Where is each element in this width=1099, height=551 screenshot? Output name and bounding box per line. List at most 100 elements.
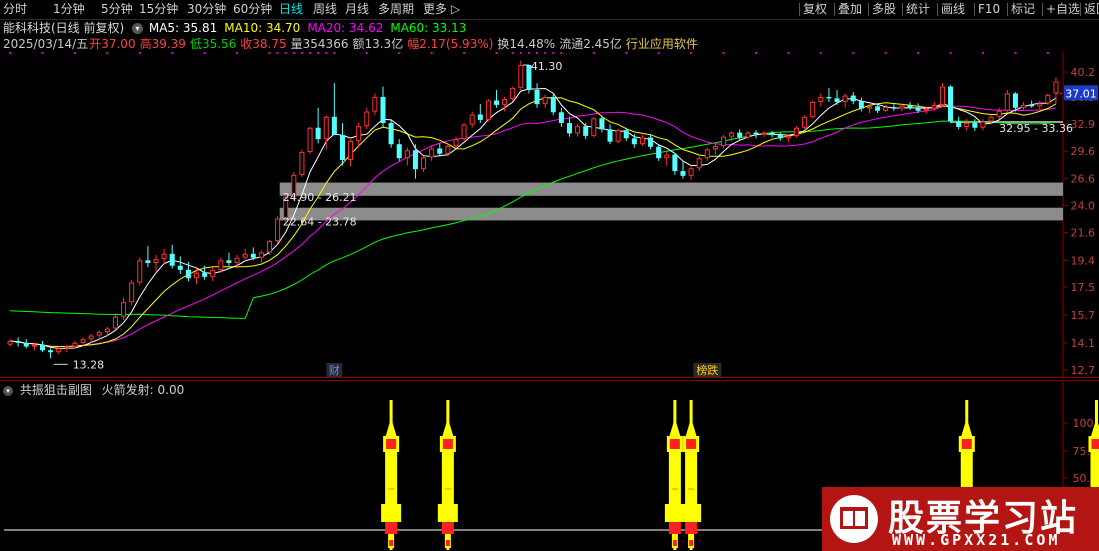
period-toolbar: 分时 1分钟 5分钟 15分钟 30分钟 60分钟 日线 周线 月线 多周期 更多 ▷ 复权 叠加 多股… bbox=[0, 0, 1099, 20]
ma10-line bbox=[10, 97, 1057, 347]
marker-dot bbox=[852, 52, 855, 54]
candle-body bbox=[939, 86, 945, 105]
candle-body bbox=[802, 116, 808, 128]
period-tab-1[interactable]: 1分钟 bbox=[53, 1, 85, 18]
candle-body bbox=[785, 135, 791, 139]
marker-dot bbox=[884, 52, 887, 54]
candle-body bbox=[631, 138, 637, 145]
candle-body bbox=[348, 140, 354, 161]
quote-field-8: 换14.48% bbox=[497, 37, 556, 51]
price-tick-label: 24.0 bbox=[1071, 199, 1096, 212]
support-zone-0 bbox=[279, 182, 1063, 196]
candle-body bbox=[834, 98, 840, 102]
marker-dot bbox=[511, 52, 514, 54]
toolbar-separator bbox=[937, 3, 938, 16]
toolbar-button-0[interactable]: 复权 bbox=[803, 1, 827, 18]
period-tab-6[interactable]: 日线 bbox=[279, 1, 303, 18]
toolbar-button-2[interactable]: 多股 bbox=[872, 1, 896, 18]
rocket-signal bbox=[664, 400, 685, 550]
period-tab-10[interactable]: 更多 ▷ bbox=[423, 1, 460, 18]
ma-value-0: MA5: 35.81 bbox=[148, 21, 218, 35]
candle-body bbox=[980, 121, 986, 128]
candle-body bbox=[104, 328, 110, 333]
candle-body bbox=[1053, 81, 1059, 94]
candle-body bbox=[72, 342, 78, 347]
candle-body bbox=[194, 272, 200, 279]
quote-field-1: 开37.00 bbox=[89, 37, 136, 51]
candle-body bbox=[185, 269, 191, 279]
candle-body bbox=[923, 108, 929, 111]
quote-field-0: 2025/03/14/五 bbox=[3, 37, 89, 51]
marker-dot bbox=[276, 52, 279, 54]
marker-dot bbox=[41, 52, 44, 54]
candle-body bbox=[1029, 104, 1035, 107]
toolbar-button-5[interactable]: F10 bbox=[978, 1, 1000, 18]
marker-dot bbox=[236, 52, 239, 54]
candle-body bbox=[842, 95, 848, 102]
annotation-low: 13.28 bbox=[73, 358, 105, 371]
candle-body bbox=[453, 139, 459, 146]
candle-body bbox=[956, 121, 962, 127]
candle-body bbox=[461, 124, 467, 140]
marker-dot bbox=[949, 52, 952, 54]
candle-body bbox=[234, 257, 240, 264]
marker-dot bbox=[463, 52, 466, 54]
annotation-zone_upper: 24.90 - 26.21 bbox=[283, 191, 357, 204]
toolbar-button-1[interactable]: 叠加 bbox=[838, 1, 862, 18]
candle-body bbox=[202, 272, 208, 277]
marker-dot bbox=[495, 52, 498, 54]
candle-body bbox=[680, 171, 686, 176]
marker-dot bbox=[138, 52, 141, 54]
candle-body bbox=[566, 123, 572, 134]
candle-body bbox=[866, 106, 872, 109]
price-tick-label: 29.6 bbox=[1071, 145, 1096, 158]
toolbar-button-3[interactable]: 统计 bbox=[906, 1, 930, 18]
candle-body bbox=[226, 260, 232, 264]
candle-body bbox=[518, 65, 524, 88]
marker-dot bbox=[268, 52, 271, 54]
candle-body bbox=[972, 123, 978, 128]
toolbar-button-6[interactable]: 标记 bbox=[1011, 1, 1035, 18]
candle-body bbox=[810, 101, 816, 117]
candle-body bbox=[761, 132, 767, 135]
candle-body bbox=[1021, 104, 1027, 108]
candle-body bbox=[48, 350, 54, 353]
candle-body bbox=[623, 130, 629, 139]
candle-body bbox=[339, 135, 345, 161]
period-tab-9[interactable]: 多周期 bbox=[378, 1, 414, 18]
dropdown-icon[interactable]: ▾ bbox=[132, 23, 144, 34]
toolbar-button-8[interactable]: 返回 bbox=[1084, 1, 1099, 18]
candle-body bbox=[7, 341, 13, 345]
candle-body bbox=[331, 116, 337, 136]
period-tab-4[interactable]: 30分钟 bbox=[187, 1, 226, 18]
quote-field-5: 量354366 bbox=[290, 37, 349, 51]
price-tick-label: 21.6 bbox=[1071, 227, 1096, 240]
period-tab-0[interactable]: 分时 bbox=[3, 1, 27, 18]
rocket-signal bbox=[681, 400, 702, 550]
ma-value-3: MA60: 33.13 bbox=[390, 21, 467, 35]
candle-body bbox=[242, 253, 248, 258]
marker-dot bbox=[819, 52, 822, 54]
candle-body bbox=[688, 168, 694, 176]
marker-dot bbox=[309, 52, 312, 54]
stock-name[interactable]: 能科科技(日线 前复权) bbox=[3, 21, 124, 35]
candle-body bbox=[96, 332, 102, 336]
period-tab-3[interactable]: 15分钟 bbox=[139, 1, 178, 18]
marker-dot bbox=[787, 52, 790, 54]
candle-body bbox=[275, 218, 281, 242]
stock-header: 能科科技(日线 前复权) ▾ MA5: 35.81 MA10: 34.70 MA20… bbox=[3, 20, 473, 36]
candle-body bbox=[129, 282, 135, 303]
marker-dot bbox=[398, 52, 401, 54]
candle-body bbox=[80, 339, 86, 343]
candle-body bbox=[177, 265, 183, 270]
toolbar-button-4[interactable]: 画线 bbox=[941, 1, 965, 18]
period-tab-8[interactable]: 月线 bbox=[345, 1, 369, 18]
candle-body bbox=[1004, 93, 1010, 111]
toolbar-button-7[interactable]: +自选 bbox=[1046, 1, 1080, 18]
candle-body bbox=[218, 260, 224, 270]
period-tab-7[interactable]: 周线 bbox=[313, 1, 337, 18]
period-tab-5[interactable]: 60分钟 bbox=[233, 1, 272, 18]
period-tab-2[interactable]: 5分钟 bbox=[101, 1, 133, 18]
candle-body bbox=[769, 132, 775, 136]
marker-dot bbox=[552, 52, 555, 54]
